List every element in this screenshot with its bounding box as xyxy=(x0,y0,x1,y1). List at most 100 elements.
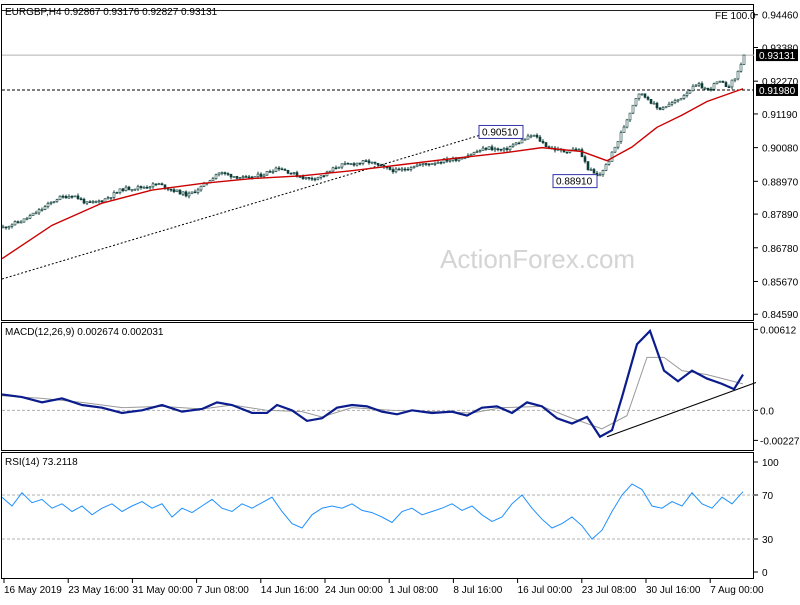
candle-body xyxy=(433,163,437,165)
rsi-tick-label: 100 xyxy=(762,458,779,469)
candle-body xyxy=(508,146,512,151)
x-tick-label: 24 Jun 00:00 xyxy=(325,585,383,596)
candle-body xyxy=(535,134,539,138)
x-tick-label: 16 May 2019 xyxy=(4,585,62,596)
candle-body xyxy=(70,196,74,198)
candle-body xyxy=(151,183,155,188)
rsi-label: RSI(14) 73.2118 xyxy=(5,457,78,468)
candle-body xyxy=(511,144,515,147)
candle-body xyxy=(616,141,620,148)
candle-body xyxy=(646,96,650,100)
candle-body xyxy=(352,163,356,166)
candle-body xyxy=(412,166,416,169)
candle-body xyxy=(271,170,275,173)
candle-body xyxy=(688,90,692,94)
candle-body xyxy=(313,178,317,181)
candle-body xyxy=(397,168,401,171)
candle-body xyxy=(196,189,200,193)
candle-body xyxy=(403,168,407,171)
candle-body xyxy=(736,70,740,80)
candle-body xyxy=(10,224,14,227)
candle-body xyxy=(22,218,26,223)
price-tick-label: 0.84590 xyxy=(762,310,799,321)
candle-body xyxy=(682,95,686,99)
candle-body xyxy=(343,162,347,165)
candle-body xyxy=(706,87,710,90)
candle-body xyxy=(283,169,287,171)
price-tick-label: 0.86780 xyxy=(762,244,799,255)
candle-body xyxy=(118,188,122,193)
candle-body xyxy=(604,164,608,171)
chart-window: ActionForex.com 0.94460 0.93380 0.92270 0.9… xyxy=(0,0,800,600)
candle-body xyxy=(520,139,524,144)
candle-body xyxy=(634,98,638,106)
candle-body xyxy=(97,200,101,203)
candle-body xyxy=(337,166,341,169)
candle-body xyxy=(622,126,626,133)
candle-body xyxy=(715,81,719,84)
candle-body xyxy=(187,192,191,197)
candle-body xyxy=(427,163,431,166)
candle-body xyxy=(214,174,218,179)
candle-body xyxy=(193,191,197,194)
symbol-ohlc-label: EURGBP,H4 0.92867 0.93176 0.92827 0.9313… xyxy=(5,7,218,18)
candle-body xyxy=(577,149,581,151)
candle-body xyxy=(730,79,734,88)
candle-body xyxy=(19,221,23,224)
candle-body xyxy=(409,167,413,170)
candle-body xyxy=(742,54,746,65)
candle-body xyxy=(661,107,665,110)
candle-body xyxy=(94,201,98,203)
candle-body xyxy=(322,175,326,177)
candle-body xyxy=(4,226,8,229)
price-tag-level: 0.91980 xyxy=(759,86,796,97)
candle-body xyxy=(82,198,86,204)
candle-body xyxy=(631,104,635,114)
candle-body xyxy=(472,152,476,155)
candle-body xyxy=(529,135,533,138)
candle-body xyxy=(247,176,251,179)
annotation-high-09051: 0.90510 xyxy=(482,127,519,138)
candle-body xyxy=(601,170,605,175)
x-tick-label: 16 Jul 00:00 xyxy=(518,585,573,596)
candle-body xyxy=(124,186,128,191)
candle-body xyxy=(244,176,248,178)
candle-body xyxy=(436,161,440,164)
candle-body xyxy=(406,168,410,171)
candle-body xyxy=(49,202,53,204)
candle-body xyxy=(613,146,617,153)
candle-body xyxy=(493,148,497,151)
candle-body xyxy=(136,186,140,190)
candle-body xyxy=(499,148,503,151)
macd-label: MACD(12,26,9) 0.002674 0.002031 xyxy=(5,327,164,338)
candle-body xyxy=(496,148,500,151)
candle-body xyxy=(286,169,290,174)
candle-body xyxy=(724,82,728,87)
candle-body xyxy=(217,172,221,176)
annotation-low-08891: 0.88910 xyxy=(556,177,593,188)
candle-body xyxy=(388,167,392,170)
candle-body xyxy=(106,197,110,200)
candle-body xyxy=(37,209,41,214)
candle-body xyxy=(334,167,338,170)
candle-body xyxy=(685,92,689,96)
candle-body xyxy=(619,132,623,142)
candle-body xyxy=(478,150,482,153)
candle-body xyxy=(13,221,17,226)
candle-body xyxy=(481,147,485,152)
candle-body xyxy=(505,148,509,151)
candle-body xyxy=(1,226,5,229)
candle-body xyxy=(175,189,179,192)
macd-tick-label: 0.0 xyxy=(760,406,774,417)
candle-body xyxy=(130,189,134,191)
candle-body xyxy=(133,188,137,191)
candle-body xyxy=(292,172,296,174)
candle-body xyxy=(640,93,644,96)
candle-body xyxy=(637,93,641,99)
x-tick-label: 30 Jul 16:00 xyxy=(646,585,701,596)
candle-body xyxy=(703,87,707,90)
macd-tick-label: 0.00612 xyxy=(760,325,797,336)
candle-body xyxy=(733,78,737,81)
candle-body xyxy=(16,221,20,223)
candle-body xyxy=(439,161,443,164)
